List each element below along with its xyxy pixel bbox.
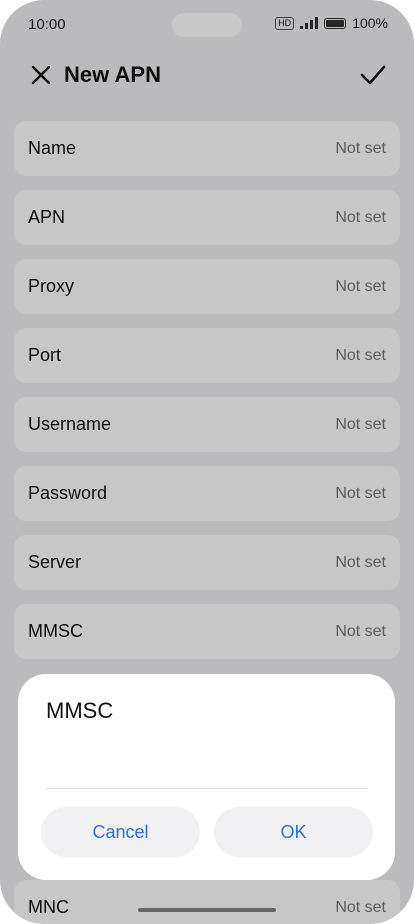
mmsc-input[interactable] — [46, 736, 368, 789]
mmsc-dialog: MMSC Cancel OK — [18, 674, 395, 880]
dialog-title: MMSC — [46, 698, 114, 723]
phone-screen: 10:00 HD 100% New APN Name Not set APN N… — [0, 0, 414, 924]
cancel-button[interactable]: Cancel — [41, 807, 200, 857]
ok-button[interactable]: OK — [214, 807, 373, 857]
home-indicator[interactable] — [138, 908, 276, 912]
